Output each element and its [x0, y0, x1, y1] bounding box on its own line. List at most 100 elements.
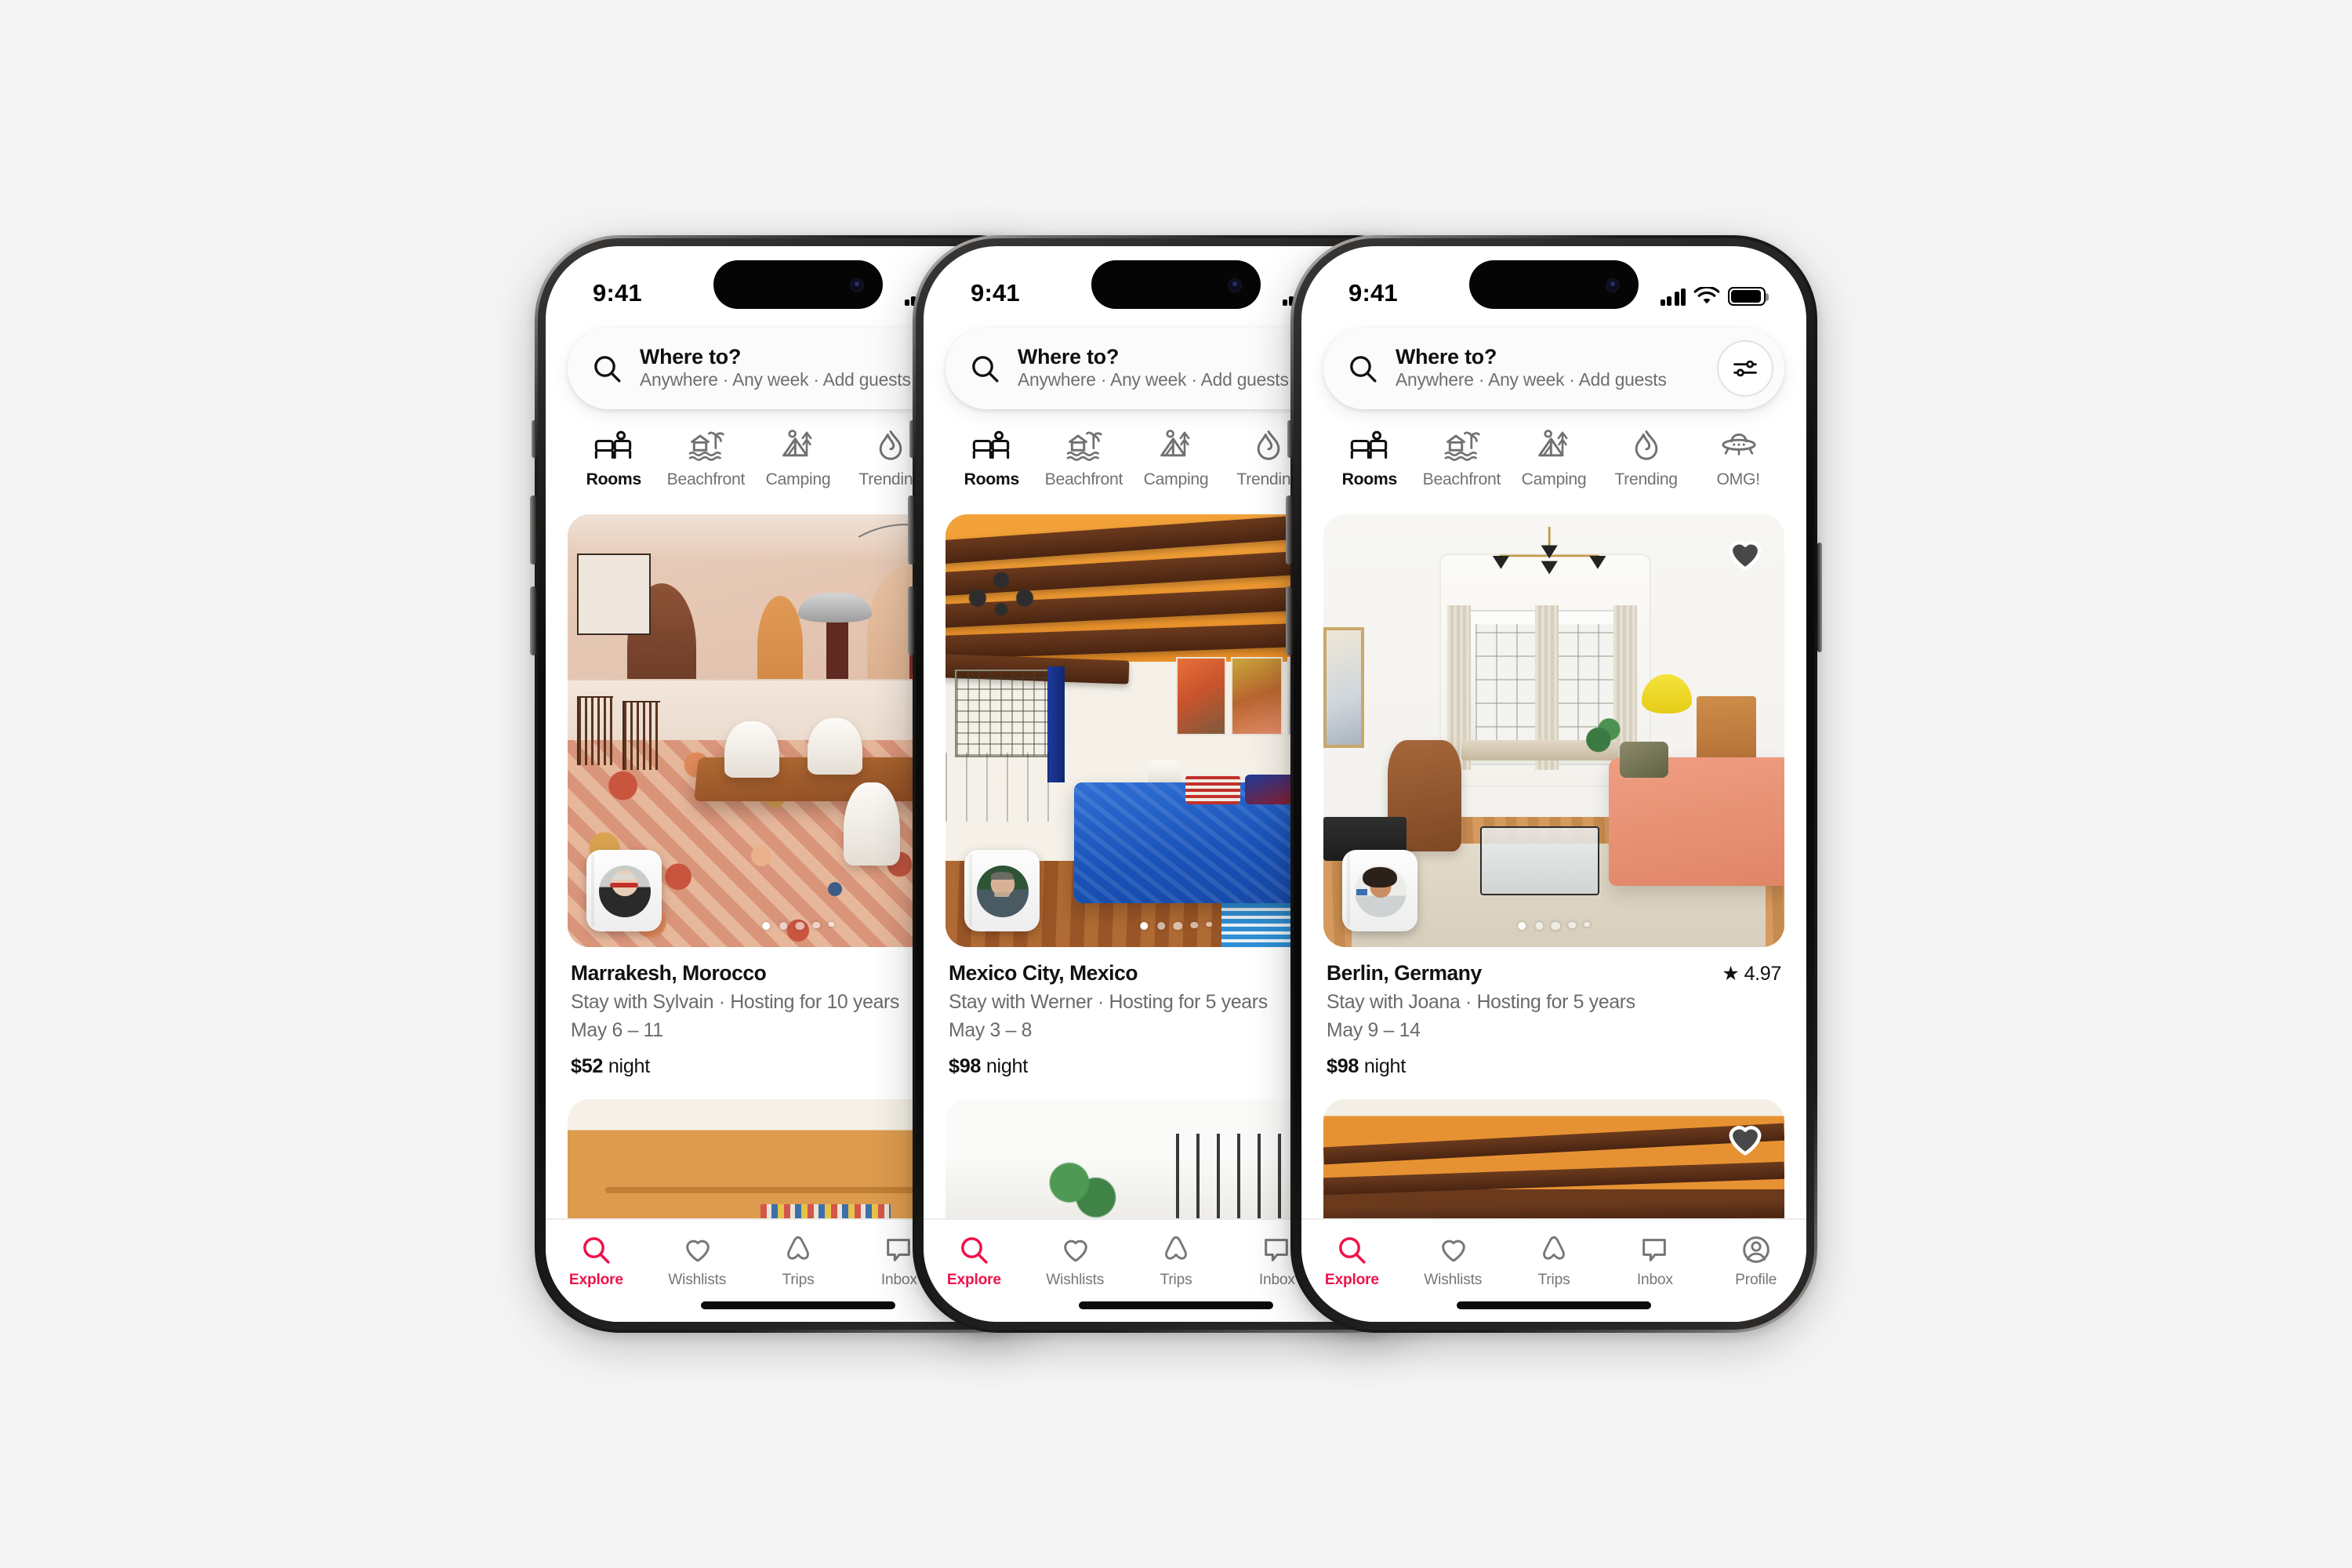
volume-down-button[interactable] [1286, 586, 1291, 655]
tab-label: Wishlists [1424, 1272, 1483, 1289]
phone-mockup-3: 9:41 Where to? Anywhere · Any week · Add… [1286, 235, 1822, 1333]
tab-explore[interactable]: Explore [924, 1234, 1025, 1289]
search-icon [1350, 356, 1377, 383]
tab-label: Wishlists [1046, 1272, 1105, 1289]
status-time: 9:41 [971, 281, 1020, 307]
listing-meta-top: Berlin, Germany ★ 4.97 [1327, 961, 1781, 985]
volume-up-button[interactable] [908, 495, 913, 564]
rating-value: 4.97 [1744, 962, 1782, 984]
heart-icon [1441, 1240, 1465, 1262]
beachfront-hut-icon [688, 431, 725, 461]
listing-card-next[interactable] [1301, 1077, 1806, 1218]
category-tab-omg[interactable]: OMG! [1692, 428, 1784, 503]
host-avatar [1354, 865, 1406, 916]
category-tabs: Rooms Beachfront [1301, 409, 1806, 505]
search-icon [594, 356, 621, 383]
airbnb-belo-icon [1165, 1236, 1187, 1260]
tab-trips[interactable]: Trips [1126, 1234, 1227, 1289]
home-indicator[interactable] [1457, 1301, 1651, 1309]
price-amount: $98 [949, 1055, 982, 1077]
category-label: Camping [1521, 470, 1587, 489]
favorite-heart-icon[interactable] [1725, 1118, 1766, 1159]
star-icon: ★ [1722, 963, 1740, 985]
search-bar[interactable]: Where to? Anywhere · Any week · Add gues… [1323, 328, 1784, 409]
volume-up-button[interactable] [1286, 495, 1291, 564]
tab-wishlists[interactable]: Wishlists [1025, 1234, 1126, 1289]
category-tab-rooms[interactable]: Rooms [568, 428, 660, 503]
message-bubble-icon [1265, 1239, 1289, 1261]
category-tab-camping[interactable]: Camping [1130, 428, 1222, 503]
favorite-heart-icon[interactable] [1725, 533, 1766, 574]
tab-trips[interactable]: Trips [1504, 1234, 1605, 1289]
home-indicator[interactable] [701, 1301, 895, 1309]
power-button[interactable] [1817, 543, 1822, 652]
filter-button[interactable] [1717, 340, 1773, 397]
tab-label: Explore [568, 1272, 623, 1289]
bed-rooms-icon [1351, 430, 1388, 459]
search-title: Where to? [1396, 345, 1497, 369]
listing-feed[interactable]: Berlin, Germany ★ 4.97 Stay with Joana ·… [1301, 502, 1806, 1218]
heart-icon [1063, 1240, 1087, 1262]
trending-flame-icon [879, 430, 902, 460]
tab-wishlists[interactable]: Wishlists [647, 1234, 748, 1289]
filter-sliders-icon [1733, 360, 1757, 377]
host-avatar-card[interactable] [586, 850, 662, 931]
category-tab-beachfront[interactable]: Beachfront [1038, 428, 1131, 503]
phone-screen: 9:41 Where to? Anywhere · Any week · Add… [1301, 246, 1806, 1322]
dynamic-island [1091, 260, 1261, 309]
tab-wishlists[interactable]: Wishlists [1403, 1234, 1504, 1289]
category-tab-trending[interactable]: Trending [1600, 428, 1693, 503]
category-tab-beachfront[interactable]: Beachfront [1416, 428, 1508, 503]
host-avatar [976, 865, 1028, 916]
category-label: Rooms [1341, 470, 1398, 489]
silent-switch[interactable] [1287, 420, 1291, 458]
category-tab-beachfront[interactable]: Beachfront [660, 428, 753, 503]
category-tab-rooms[interactable]: Rooms [946, 428, 1038, 503]
category-tab-rooms[interactable]: Rooms [1323, 428, 1416, 503]
beachfront-hut-icon [1066, 431, 1103, 461]
volume-down-button[interactable] [530, 586, 535, 655]
airbnb-belo-icon [1543, 1236, 1565, 1260]
image-carousel-dots[interactable] [1518, 921, 1590, 930]
message-bubble-icon [887, 1239, 911, 1261]
trending-flame-icon [1635, 430, 1657, 460]
listing-rating: ★ 4.97 [1722, 961, 1781, 985]
image-carousel-dots[interactable] [762, 921, 834, 930]
listing-title: Mexico City, Mexico [949, 961, 1138, 985]
dynamic-island [1469, 260, 1639, 309]
listing-photo-next[interactable] [1323, 1099, 1784, 1218]
tab-explore[interactable]: Explore [546, 1234, 647, 1289]
host-avatar-card[interactable] [964, 850, 1040, 931]
category-label: Beachfront [666, 470, 746, 489]
listing-card[interactable]: Berlin, Germany ★ 4.97 Stay with Joana ·… [1301, 502, 1806, 1077]
listing-host-line: Stay with Joana · Hosting for 5 years [1327, 991, 1635, 1013]
image-carousel-dots[interactable] [1140, 921, 1212, 930]
listing-photo[interactable] [1323, 514, 1784, 947]
tab-explore[interactable]: Explore [1301, 1234, 1403, 1289]
category-label: Rooms [964, 470, 1020, 489]
silent-switch[interactable] [531, 420, 535, 458]
search-texts: Where to? Anywhere · Any week · Add gues… [1396, 345, 1717, 392]
tab-profile[interactable]: Profile [1705, 1234, 1806, 1289]
price-unit: night [608, 1055, 650, 1077]
host-avatar-card[interactable] [1342, 850, 1417, 931]
category-label: OMG! [1716, 470, 1761, 489]
tab-trips[interactable]: Trips [748, 1234, 849, 1289]
volume-up-button[interactable] [530, 495, 535, 564]
tab-label: Profile [1735, 1272, 1777, 1289]
listing-meta: Berlin, Germany ★ 4.97 Stay with Joana ·… [1323, 947, 1784, 1077]
category-label: Camping [1143, 470, 1209, 489]
silent-switch[interactable] [909, 420, 913, 458]
category-tab-camping[interactable]: Camping [1508, 428, 1600, 503]
volume-down-button[interactable] [908, 586, 913, 655]
search-icon [1339, 1237, 1366, 1264]
status-time: 9:41 [593, 281, 642, 307]
status-time: 9:41 [1348, 281, 1398, 307]
listing-image-preview [1323, 1099, 1784, 1218]
search-icon [583, 1237, 610, 1264]
search-subtitle: Anywhere · Any week · Add guests [1396, 372, 1667, 391]
home-indicator[interactable] [1079, 1301, 1273, 1309]
category-tab-camping[interactable]: Camping [752, 428, 844, 503]
omg-ufo-icon [1721, 433, 1755, 456]
tab-inbox[interactable]: Inbox [1604, 1234, 1705, 1289]
